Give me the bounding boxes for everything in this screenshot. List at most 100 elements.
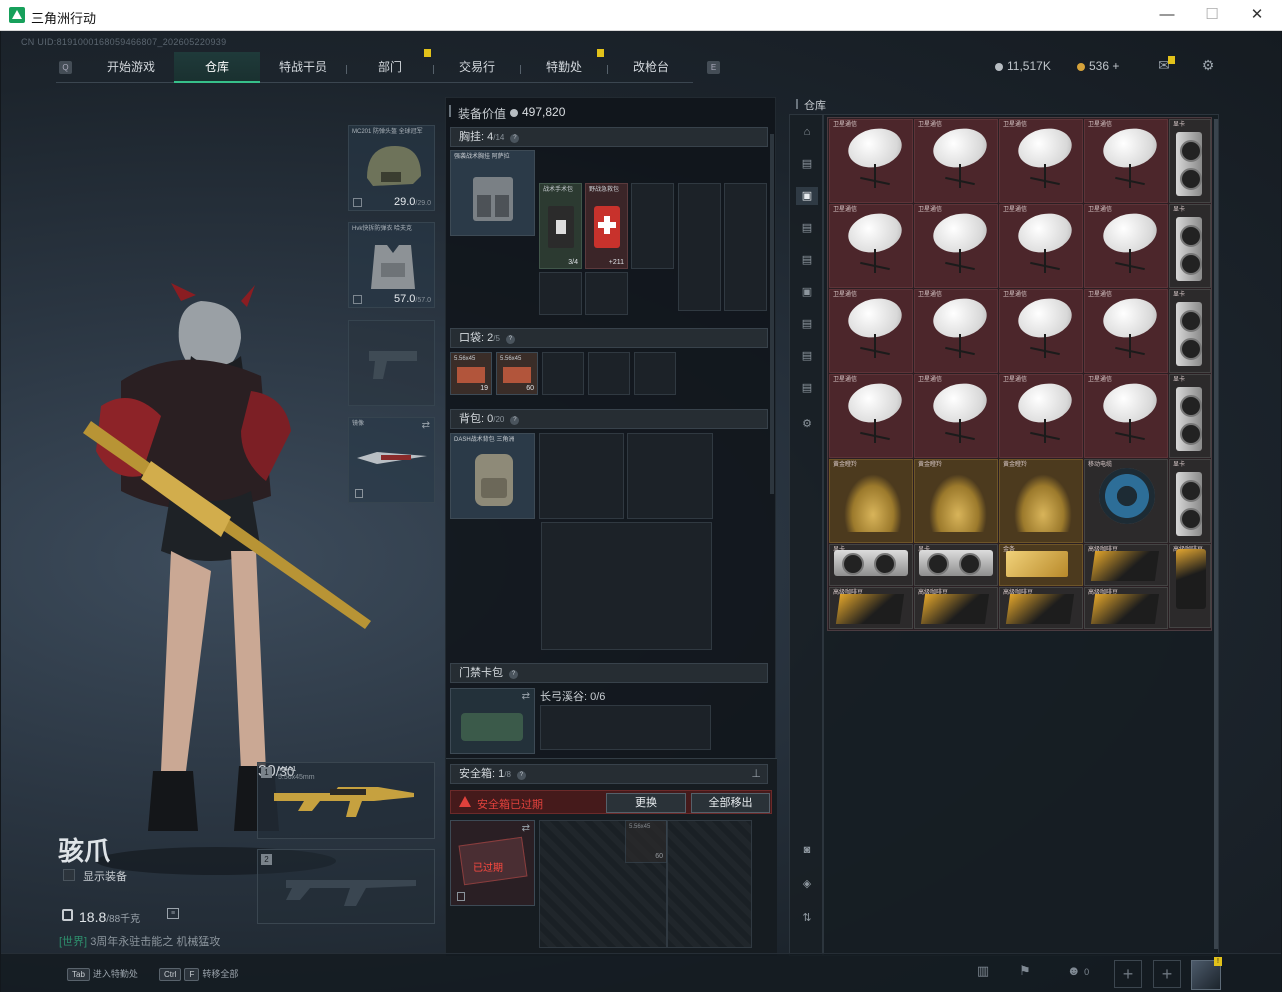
gpu-item[interactable]: 显卡 xyxy=(1169,119,1211,203)
sort-icon[interactable]: ⇅ xyxy=(796,909,818,927)
gold-bar-item[interactable]: 金条 xyxy=(999,544,1083,586)
weight-details-icon[interactable]: ≡ xyxy=(167,908,179,919)
chest-rig-item[interactable]: 强袭战术胸挂 阿萨拉 xyxy=(450,150,535,236)
storage-tab-icon[interactable]: ▣ xyxy=(796,283,818,301)
tab-department[interactable]: 部门 xyxy=(347,52,433,83)
storage-tab-icon[interactable]: ▤ xyxy=(796,379,818,397)
secondary-weapon-slot[interactable]: 2 xyxy=(257,849,435,924)
keycard-cell[interactable] xyxy=(540,705,711,750)
chest-cell[interactable] xyxy=(585,272,628,315)
backpack-cell[interactable] xyxy=(627,433,713,519)
pocket-cell[interactable] xyxy=(542,352,584,395)
primary-weapon-slot[interactable]: 1 M4A15.56x45mm 30/30 xyxy=(257,762,435,839)
hint-enter-special-ops[interactable]: Tab 进入特勤处 xyxy=(67,967,138,981)
satellite-dish-item[interactable]: 卫星通信 xyxy=(999,289,1083,373)
friends-icon[interactable]: ☻ 0 xyxy=(1061,963,1095,981)
maximize-button[interactable]: ☐ xyxy=(1189,2,1235,28)
swap-icon[interactable]: ⇄ xyxy=(422,420,430,431)
safebox-item[interactable]: ⇄ 已过期 xyxy=(450,820,535,906)
coffee-bean-item[interactable]: 高级咖啡豆 xyxy=(914,587,998,629)
gpu-item[interactable]: 显卡 xyxy=(1169,289,1211,373)
pocket-cell[interactable] xyxy=(588,352,630,395)
storage-all-icon[interactable]: ⌂ xyxy=(796,123,818,141)
keycard-case-item[interactable]: ⇄ xyxy=(450,688,535,754)
satellite-dish-item[interactable]: 卫星通信 xyxy=(1084,374,1168,458)
show-equipment-checkbox[interactable] xyxy=(63,869,75,881)
golden-gazelle-item[interactable]: 黄金瞪羚 xyxy=(914,459,998,543)
pocket-cell[interactable] xyxy=(634,352,676,395)
coffee-bean-item[interactable]: 高级咖啡豆 xyxy=(1169,544,1211,628)
melee-slot[interactable]: 镜像 ⇄ xyxy=(348,417,435,503)
stats-chart-icon[interactable]: ▥ xyxy=(973,963,993,981)
gpu-item[interactable]: 显卡 xyxy=(1169,459,1211,543)
storage-tab-icon[interactable]: ▤ xyxy=(796,315,818,333)
storage-tab-icon[interactable]: ▤ xyxy=(796,155,818,173)
chest-cell[interactable] xyxy=(678,183,721,311)
golden-gazelle-item[interactable]: 黄金瞪羚 xyxy=(999,459,1083,543)
help-icon[interactable]: ? xyxy=(516,771,526,780)
pin-icon[interactable]: ⊥ xyxy=(751,765,761,783)
armor-slot[interactable]: Hvk快拆防弹衣 哈夫克 57.0/57.0 xyxy=(348,222,435,308)
satellite-dish-item[interactable]: 卫星通信 xyxy=(1084,119,1168,203)
settings-gear-icon[interactable]: ⚙ xyxy=(1199,57,1217,73)
chest-cell[interactable] xyxy=(631,183,674,269)
helmet-slot[interactable]: MC201 防弹头盔 全球冠军 29.0/29.0 xyxy=(348,125,435,211)
satellite-dish-item[interactable]: 卫星通信 xyxy=(914,289,998,373)
nav-next-key[interactable]: E xyxy=(707,61,720,74)
safebox-cell[interactable] xyxy=(667,820,752,948)
tab-special-ops[interactable]: 特勤处 xyxy=(521,52,607,83)
storage-tab-icon[interactable]: ▤ xyxy=(796,251,818,269)
storage-tab-icon[interactable]: ▤ xyxy=(796,219,818,237)
tab-trading[interactable]: 交易行 xyxy=(434,52,520,83)
satellite-dish-item[interactable]: 卫星通信 xyxy=(999,119,1083,203)
help-icon[interactable]: ? xyxy=(510,416,520,425)
tab-start-game[interactable]: 开始游戏 xyxy=(88,52,174,83)
satellite-dish-item[interactable]: 卫星通信 xyxy=(914,374,998,458)
add-party-member-button[interactable]: + xyxy=(1153,960,1181,988)
flag-icon[interactable]: ⚑ xyxy=(1015,963,1035,981)
surgery-kit-item[interactable]: 战术手术包 3/4 xyxy=(539,183,582,269)
world-chat[interactable]: [世界] 3周年永驻击能之 机械猛攻 xyxy=(59,933,220,949)
add-party-member-button[interactable]: + xyxy=(1114,960,1142,988)
satellite-dish-item[interactable]: 卫星通信 xyxy=(914,204,998,288)
loadout-scrollbar[interactable] xyxy=(770,134,774,494)
tab-warehouse[interactable]: 仓库 xyxy=(174,52,260,83)
minimize-button[interactable]: — xyxy=(1144,2,1190,28)
satellite-dish-item[interactable]: 卫星通信 xyxy=(999,374,1083,458)
nav-prev-key[interactable]: Q xyxy=(59,61,72,74)
gpu-item[interactable]: 显卡 xyxy=(914,544,998,586)
warehouse-settings-gear-icon[interactable]: ⚙ xyxy=(796,415,818,433)
satellite-dish-item[interactable]: 卫星通信 xyxy=(829,204,913,288)
cable-reel-item[interactable]: 移动电缆 xyxy=(1084,459,1168,543)
chest-cell[interactable] xyxy=(724,183,767,311)
pistol-slot-empty[interactable] xyxy=(348,320,435,406)
character-view-icon[interactable]: ◙ xyxy=(796,841,818,859)
ammo-item[interactable]: 5.56x45 19 xyxy=(450,352,492,395)
storage-tab-active-icon[interactable]: ▣ xyxy=(796,187,818,205)
backpack-item[interactable]: DASH战术背包 三角洲 xyxy=(450,433,535,519)
layers-icon[interactable]: ◈ xyxy=(796,875,818,893)
swap-safebox-button[interactable]: 更换 xyxy=(606,793,686,813)
storage-tab-icon[interactable]: ▤ xyxy=(796,347,818,365)
first-aid-kit-item[interactable]: 野战急救包 +211 xyxy=(585,183,628,269)
tab-gunsmith[interactable]: 改枪台 xyxy=(608,52,694,83)
safebox-ammo-item[interactable]: 5.56x45 60 xyxy=(625,820,667,863)
backpack-cell[interactable] xyxy=(541,522,712,650)
coffee-bean-item[interactable]: 高级咖啡豆 xyxy=(1084,544,1168,586)
coffee-bean-item[interactable]: 高级咖啡豆 xyxy=(829,587,913,629)
move-all-button[interactable]: 全部移出 xyxy=(691,793,770,813)
warehouse-scrollbar[interactable] xyxy=(1214,119,1218,949)
satellite-dish-item[interactable]: 卫星通信 xyxy=(914,119,998,203)
gpu-item[interactable]: 显卡 xyxy=(1169,204,1211,288)
satellite-dish-item[interactable]: 卫星通信 xyxy=(999,204,1083,288)
coffee-bean-item[interactable]: 高级咖啡豆 xyxy=(1084,587,1168,629)
backpack-cell[interactable] xyxy=(539,433,624,519)
close-button[interactable]: ✕ xyxy=(1234,2,1280,28)
help-icon[interactable]: ? xyxy=(505,335,515,344)
satellite-dish-item[interactable]: 卫星通信 xyxy=(829,289,913,373)
hint-transfer-all[interactable]: Ctrl F 转移全部 xyxy=(159,967,238,981)
coffee-bean-item[interactable]: 高级咖啡豆 xyxy=(999,587,1083,629)
satellite-dish-item[interactable]: 卫星通信 xyxy=(829,119,913,203)
tab-operators[interactable]: 特战干员 xyxy=(260,52,346,83)
ammo-item[interactable]: 5.56x45 60 xyxy=(496,352,538,395)
